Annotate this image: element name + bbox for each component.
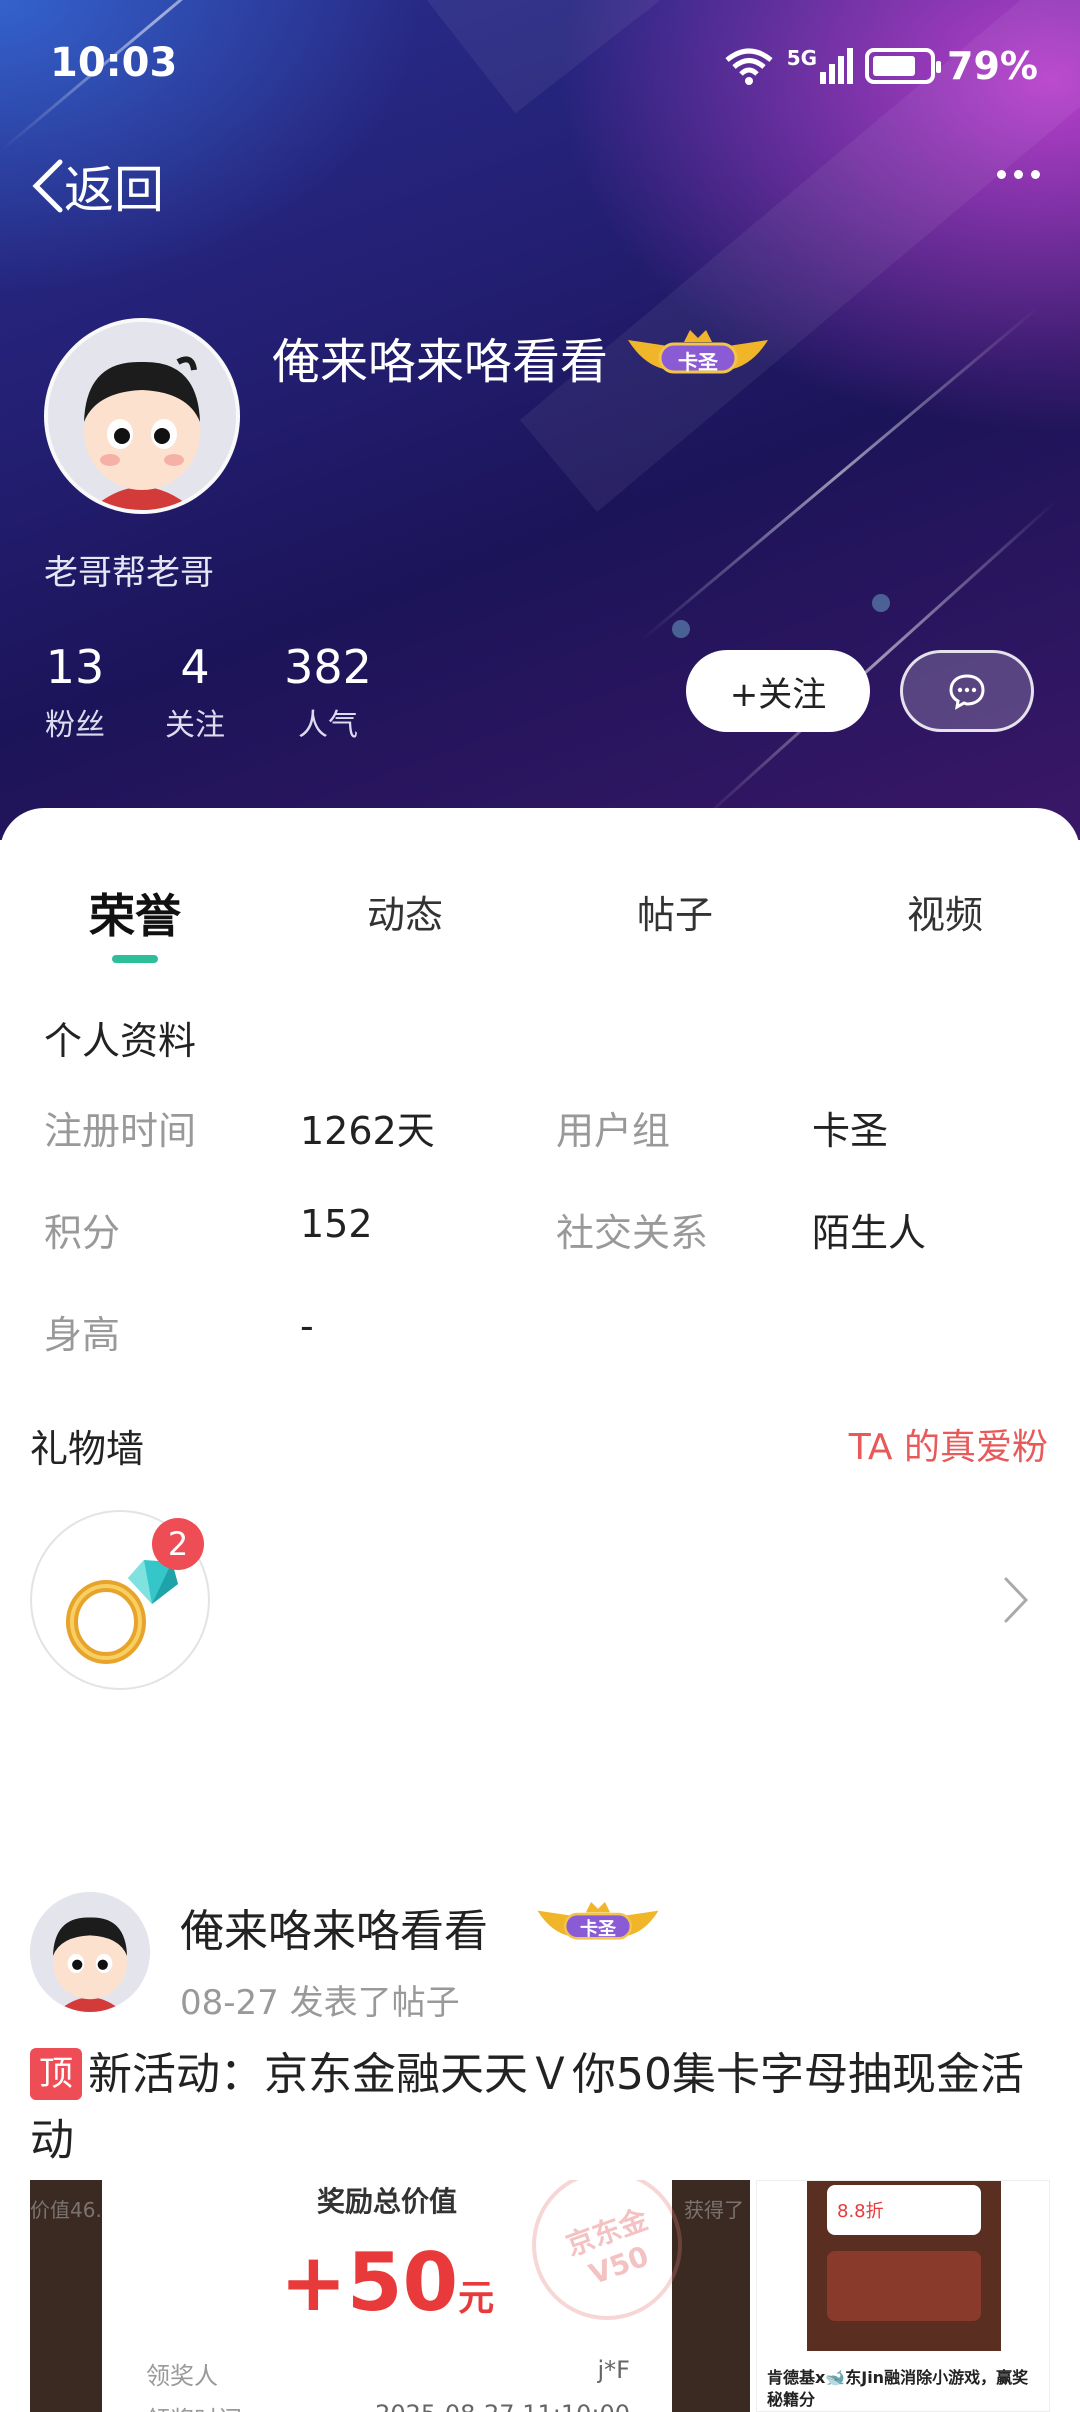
user-group-label: 用户组 [556, 1109, 671, 1153]
tab-videos[interactable]: 视频 [855, 884, 1035, 939]
chevron-left-icon [32, 159, 63, 213]
post-author-name[interactable]: 俺来咯来咯看看 [180, 1895, 488, 1959]
game-board [827, 2251, 981, 2321]
post-image-reward[interactable]: 价值46.2 获得了 奖励总价值 京东金 V50 +50元 领奖人 j*F 领奖… [30, 2180, 750, 2412]
cellular-signal-icon: 5G [786, 46, 854, 84]
height-label: 身高 [44, 1313, 121, 1357]
post-level-badge: 卡圣 [534, 1898, 662, 1944]
reward-amount-unit: 元 [458, 2278, 495, 2319]
network-type: 5G [786, 46, 818, 70]
stat-popularity: 382 人气 [278, 640, 378, 744]
signature: 老哥帮老哥 [44, 553, 214, 593]
reward-amount: +50元 [102, 2236, 672, 2329]
more-dot [997, 170, 1006, 179]
stat-fans-value: 13 [45, 640, 105, 694]
decorative-dot [872, 594, 890, 612]
personal-info-title: 个人资料 [44, 1019, 197, 1063]
register-time-label: 注册时间 [44, 1109, 197, 1153]
stat-following-value: 4 [180, 640, 210, 694]
points-value: 152 [300, 1202, 373, 1246]
post-date: 08-27 [180, 1983, 279, 2023]
avatar[interactable] [44, 318, 240, 514]
more-options-button[interactable] [997, 170, 1040, 179]
reward-card: 奖励总价值 京东金 V50 +50元 领奖人 j*F 领奖时间 2025-08-… [102, 2180, 682, 2412]
post-image-game[interactable]: 8.8折 肯德基x🐋东Jin融消除小游戏，赢奖秘籍分 [756, 2180, 1050, 2412]
gift-wall-title: 礼物墙 [30, 1427, 145, 1471]
game-coupon-card: 8.8折 [827, 2185, 981, 2235]
stat-fans-label: 粉丝 [45, 708, 105, 743]
cartoon-avatar-icon [30, 1892, 150, 2012]
more-dot [1014, 170, 1023, 179]
post-title[interactable]: 顶新活动：京东金融天天Ｖ你50集卡字母抽现金活动 [30, 2042, 1050, 2174]
tab-honor[interactable]: 荣誉 [45, 880, 225, 946]
cartoon-avatar-icon [48, 322, 236, 510]
stat-following-label: 关注 [165, 708, 225, 743]
reward-row-value-2: 2025-08-27 11:10:00 [375, 2400, 630, 2412]
reward-amount-value: +50 [279, 2236, 459, 2329]
status-time: 10:03 [50, 40, 178, 86]
tab-active-indicator [112, 955, 158, 963]
register-time-value: 1262天 [300, 1109, 435, 1153]
game-screenshot: 8.8折 [807, 2181, 1001, 2351]
social-relation-label: 社交关系 [556, 1211, 709, 1255]
stat-fans[interactable]: 13 粉丝 [40, 640, 110, 744]
decorative-dot [672, 620, 690, 638]
back-label: 返回 [64, 161, 164, 219]
stat-popularity-label: 人气 [298, 708, 358, 743]
pinned-tag: 顶 [30, 2048, 82, 2100]
post-author-avatar[interactable] [30, 1892, 150, 2012]
level-badge: 卡圣 [624, 326, 772, 378]
more-dot [1031, 170, 1040, 179]
battery-icon [865, 48, 942, 84]
battery-percent: 79% [947, 44, 1038, 88]
follow-button[interactable]: +关注 [686, 650, 870, 732]
gift-count-badge: 2 [152, 1518, 204, 1570]
game-coupon-text: 8.8折 [837, 2201, 884, 2222]
points-label: 积分 [44, 1211, 121, 1255]
stat-popularity-value: 382 [284, 640, 372, 694]
true-fans-link[interactable]: TA 的真爱粉 [849, 1418, 1048, 1470]
profile-tabs: 荣誉 动态 帖子 视频 [0, 880, 1080, 960]
reward-row-value-1: j*F [597, 2356, 630, 2384]
chat-bubble-icon [949, 674, 985, 710]
user-group-value: 卡圣 [812, 1109, 889, 1153]
level-badge-label: 卡圣 [678, 350, 718, 374]
tab-activity[interactable]: 动态 [315, 884, 495, 939]
reward-row-label-2: 领奖时间 [146, 2400, 242, 2412]
message-button[interactable] [900, 650, 1034, 732]
back-button[interactable]: 返回 [30, 150, 164, 222]
tab-posts[interactable]: 帖子 [585, 884, 765, 939]
game-caption: 肯德基x🐋东Jin融消除小游戏，赢奖秘籍分 [767, 2368, 1029, 2409]
social-relation-value: 陌生人 [812, 1211, 927, 1255]
reward-row-label-1: 领奖人 [146, 2362, 218, 2390]
post-action: 发表了帖子 [289, 1983, 460, 2023]
post-meta: 08-27 发表了帖子 [180, 1975, 460, 2024]
wifi-icon [725, 48, 773, 85]
chevron-right-icon[interactable] [1002, 1575, 1030, 1629]
post-level-badge-label: 卡圣 [580, 1919, 616, 1940]
stat-following[interactable]: 4 关注 [160, 640, 230, 744]
status-bar-icons: 5G 79% [723, 44, 1038, 88]
reward-edge-right: 获得了 [684, 2198, 744, 2222]
height-value: - [300, 1304, 314, 1348]
post-title-text: 新活动：京东金融天天Ｖ你50集卡字母抽现金活动 [30, 2049, 1024, 2166]
username: 俺来咯来咯看看 [272, 334, 609, 390]
